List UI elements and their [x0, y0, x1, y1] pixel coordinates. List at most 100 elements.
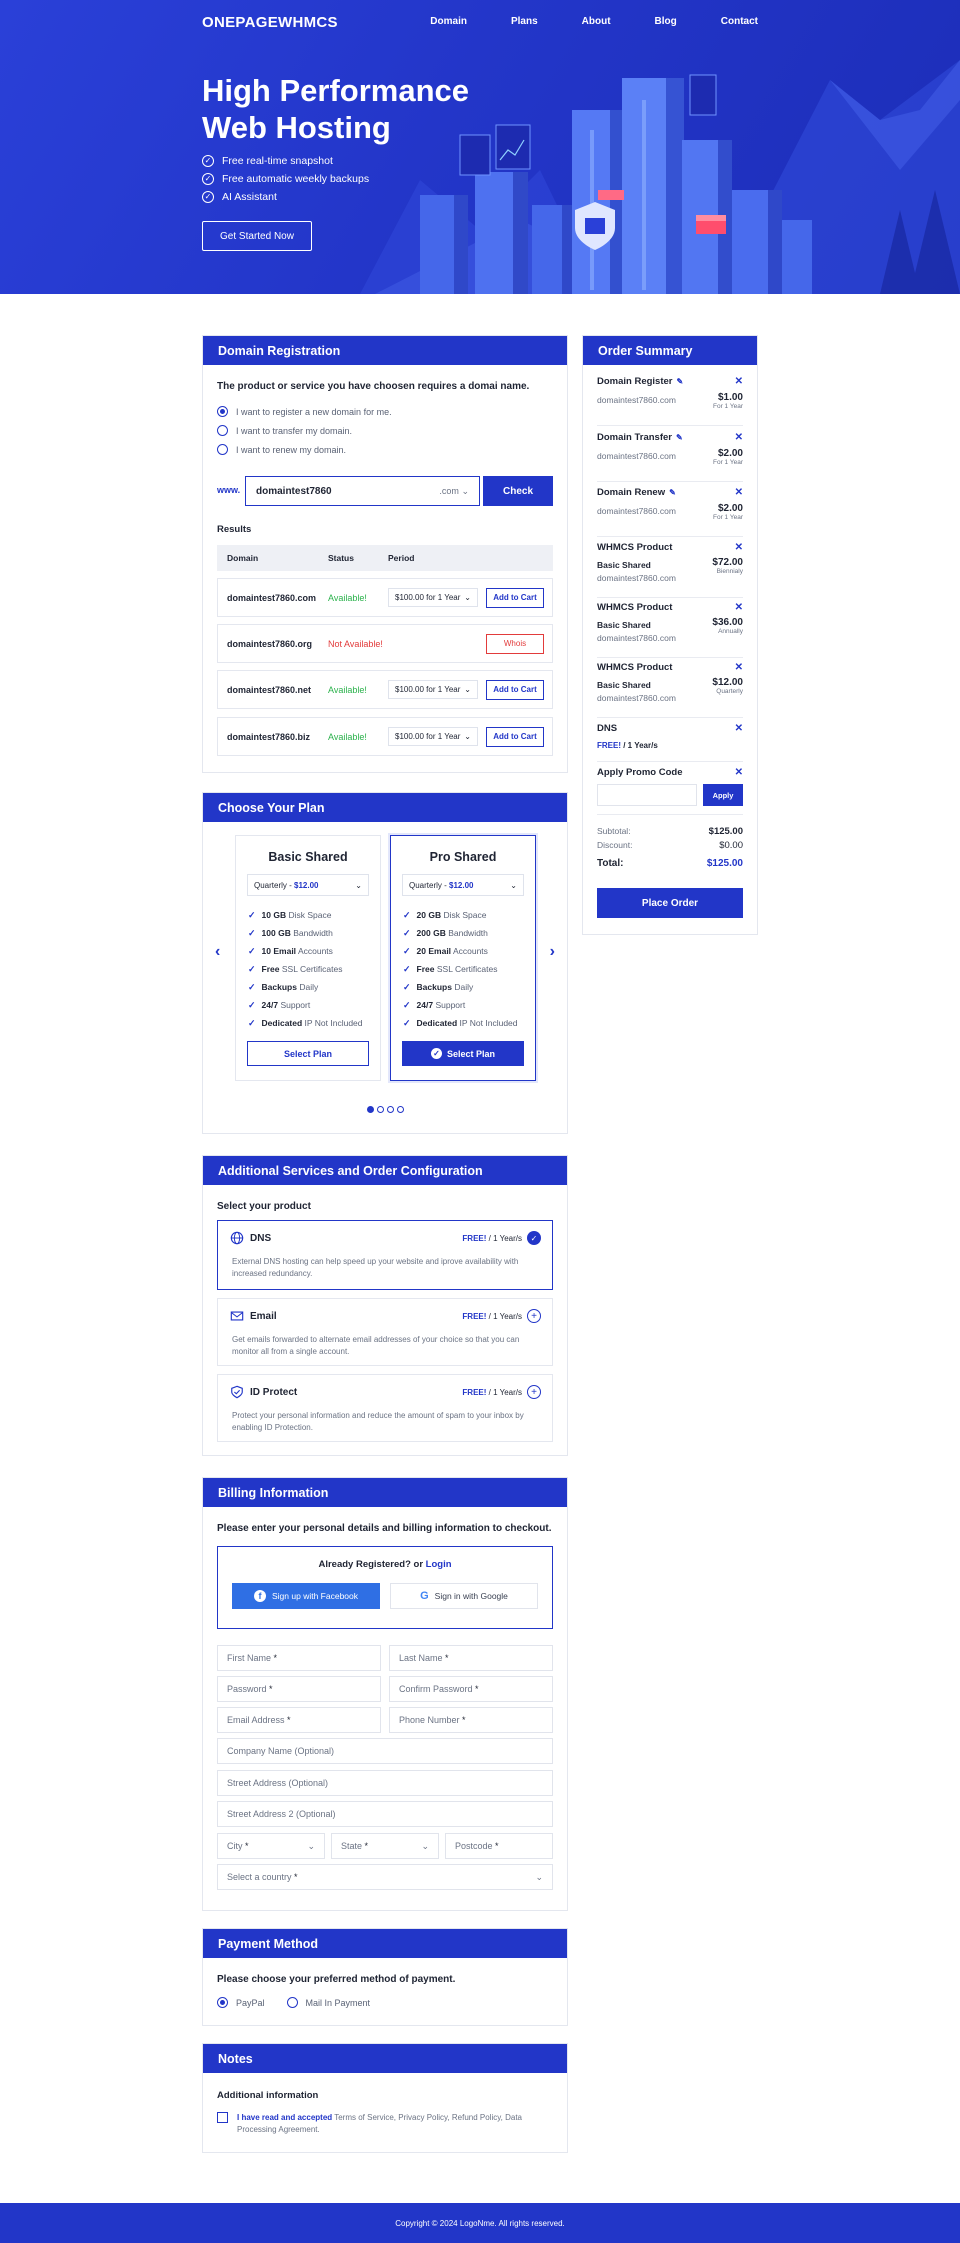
- check-circle-icon[interactable]: ✓: [527, 1231, 541, 1245]
- check-circle-icon: ✓: [202, 191, 214, 203]
- service-email[interactable]: Email FREE! / 1 Year/s + Get emails forw…: [217, 1298, 553, 1366]
- remove-icon[interactable]: ✕: [735, 542, 743, 553]
- plan-cycle-value[interactable]: Quarterly - $12.00: [254, 881, 318, 890]
- facebook-signup-button[interactable]: f Sign up with Facebook: [232, 1583, 380, 1609]
- result-row: domaintest7860.com Available! $100.00 fo…: [217, 578, 553, 617]
- nav-contact[interactable]: Contact: [721, 16, 758, 27]
- login-link[interactable]: Login: [426, 1559, 452, 1570]
- remove-icon[interactable]: ✕: [735, 767, 743, 778]
- company-field[interactable]: Company Name (Optional): [217, 1738, 553, 1764]
- confirm-password-field[interactable]: Confirm Password *: [389, 1676, 553, 1702]
- last-name-field[interactable]: Last Name *: [389, 1645, 553, 1671]
- required-mark: *: [291, 1872, 298, 1882]
- plus-circle-icon[interactable]: +: [527, 1385, 541, 1399]
- remove-icon[interactable]: ✕: [735, 432, 743, 443]
- add-to-cart-button[interactable]: Add to Cart: [486, 587, 544, 608]
- select-plan-button[interactable]: Select Plan: [247, 1041, 369, 1066]
- street-field[interactable]: Street Address (Optional): [217, 1770, 553, 1796]
- check-circle-icon: ✓: [430, 1048, 442, 1059]
- plan-cycle-select[interactable]: Quarterly - $12.00 ⌄: [247, 874, 369, 896]
- slider-dot-active[interactable]: [367, 1106, 374, 1113]
- period-select[interactable]: $100.00 for 1 Year ⌄: [388, 588, 478, 607]
- select-plan-button-selected[interactable]: ✓ Select Plan: [402, 1041, 524, 1066]
- tld-value[interactable]: .com: [439, 486, 459, 496]
- brand-logo[interactable]: ONEPAGEWHMCS: [202, 14, 338, 31]
- password-field[interactable]: Password *: [217, 1676, 381, 1702]
- edit-icon[interactable]: ✎: [677, 377, 684, 386]
- city-select[interactable]: City * ⌄: [217, 1833, 325, 1859]
- whois-button[interactable]: Whois: [486, 633, 544, 654]
- slider-dot[interactable]: [377, 1106, 384, 1113]
- remove-icon[interactable]: ✕: [735, 602, 743, 613]
- service-price: FREE! / 1 Year/s: [462, 1234, 522, 1243]
- terms-checkbox[interactable]: [217, 2112, 228, 2123]
- period-value[interactable]: $100.00 for 1 Year: [395, 593, 460, 602]
- radio-indicator[interactable]: [217, 406, 228, 417]
- remove-icon[interactable]: ✕: [735, 376, 743, 387]
- period-value[interactable]: $100.00 for 1 Year: [395, 685, 460, 694]
- plan-features: ✓ 20 GB Disk Space ✓ 200 GB Bandwidth ✓ 20 …: [391, 896, 535, 1032]
- country-select[interactable]: Select a country * ⌄: [217, 1864, 553, 1890]
- terms-text: I have read and accepted Terms of Servic…: [237, 2112, 547, 2136]
- radio-register[interactable]: I want to register a new domain for me.: [217, 402, 392, 421]
- edit-icon[interactable]: ✎: [669, 488, 676, 497]
- add-to-cart-button[interactable]: Add to Cart: [486, 679, 544, 700]
- service-dns[interactable]: DNS FREE! / 1 Year/s ✓ External DNS host…: [217, 1220, 553, 1290]
- period-value[interactable]: $100.00 for 1 Year: [395, 732, 460, 741]
- summary-item: Domain Transfer ✎ ✕ domaintest7860.com $2…: [597, 432, 743, 474]
- divider: [597, 761, 743, 762]
- edit-icon[interactable]: ✎: [676, 433, 683, 442]
- nav-about[interactable]: About: [582, 16, 611, 27]
- check-button[interactable]: Check: [483, 476, 553, 506]
- radio-paypal[interactable]: PayPal: [217, 1993, 265, 2012]
- apply-button[interactable]: Apply: [703, 784, 743, 806]
- radio-renew[interactable]: I want to renew my domain.: [217, 440, 392, 459]
- place-order-button[interactable]: Place Order: [597, 888, 743, 918]
- nav-plans[interactable]: Plans: [511, 16, 538, 27]
- google-signin-button[interactable]: G Sign in with Google: [390, 1583, 538, 1609]
- chevron-right-icon[interactable]: ›: [550, 943, 555, 961]
- radio-indicator[interactable]: [217, 425, 228, 436]
- tld-select[interactable]: .com ⌄: [439, 486, 469, 497]
- state-select[interactable]: State * ⌄: [331, 1833, 439, 1859]
- domain-search-input[interactable]: domaintest7860 .com ⌄: [245, 476, 480, 506]
- street2-field[interactable]: Street Address 2 (Optional): [217, 1801, 553, 1827]
- payment-intro: Please choose your preferred method of p…: [217, 1974, 456, 1985]
- email-field[interactable]: Email Address *: [217, 1707, 381, 1733]
- result-status: Available!: [328, 592, 367, 603]
- slider-dot[interactable]: [387, 1106, 394, 1113]
- plus-circle-icon[interactable]: +: [527, 1309, 541, 1323]
- radio-indicator[interactable]: [217, 1997, 228, 2008]
- promo-input[interactable]: [597, 784, 697, 806]
- summary-item-price: $2.00 For 1 Year: [713, 448, 743, 466]
- period-select[interactable]: $100.00 for 1 Year ⌄: [388, 680, 478, 699]
- get-started-button[interactable]: Get Started Now: [202, 221, 312, 251]
- plan-feature: ✓ Free SSL Certificates: [403, 960, 523, 978]
- check-icon: ✓: [403, 909, 411, 920]
- domain-input-value[interactable]: domaintest7860: [256, 486, 332, 497]
- nav-domain[interactable]: Domain: [430, 16, 467, 27]
- first-name-field[interactable]: First Name *: [217, 1645, 381, 1671]
- terms-accept[interactable]: I have read and accepted: [237, 2113, 332, 2122]
- radio-indicator[interactable]: [286, 1997, 298, 2008]
- remove-icon[interactable]: ✕: [735, 723, 743, 734]
- hero-feature: ✓ Free automatic weekly backups: [202, 170, 369, 188]
- plan-cycle-value[interactable]: Quarterly - $12.00: [409, 881, 473, 890]
- remove-icon[interactable]: ✕: [735, 487, 743, 498]
- radio-transfer[interactable]: I want to transfer my domain.: [217, 421, 392, 440]
- nav-blog[interactable]: Blog: [655, 16, 677, 27]
- postcode-field[interactable]: Postcode *: [445, 1833, 553, 1859]
- check-circle-icon: ✓: [202, 155, 214, 167]
- service-id-protect[interactable]: ID Protect FREE! / 1 Year/s + Protect yo…: [217, 1374, 553, 1442]
- phone-field[interactable]: Phone Number *: [389, 1707, 553, 1733]
- slider-dot[interactable]: [397, 1106, 404, 1113]
- radio-mail-payment[interactable]: Mail In Payment: [286, 1993, 370, 2012]
- remove-icon[interactable]: ✕: [735, 662, 743, 673]
- result-status: Available!: [328, 684, 367, 695]
- add-to-cart-button[interactable]: Add to Cart: [486, 726, 544, 747]
- chevron-left-icon[interactable]: ‹: [215, 943, 220, 961]
- plan-cycle-select[interactable]: Quarterly - $12.00 ⌄: [402, 874, 524, 896]
- period-select[interactable]: $100.00 for 1 Year ⌄: [388, 727, 478, 746]
- radio-indicator[interactable]: [217, 444, 228, 455]
- result-status: Available!: [328, 731, 367, 742]
